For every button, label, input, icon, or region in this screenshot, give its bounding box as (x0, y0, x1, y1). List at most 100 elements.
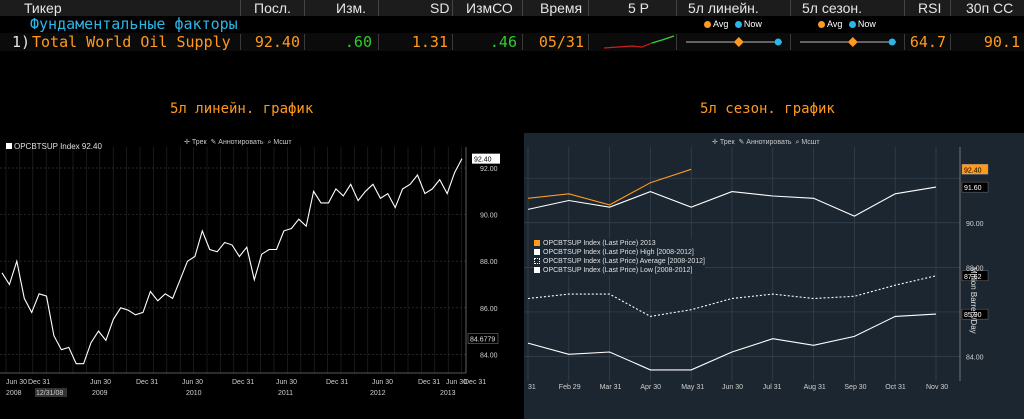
value-badge-label: 92.40 (964, 167, 982, 174)
y-tick-label: 84.00 (480, 352, 498, 359)
left-chart-panel[interactable]: 92.00 90.00 88.00 86.00 84.00 92.40 84.6779 Jun… (0, 133, 500, 419)
x-tick-label: Dec 31 (464, 379, 486, 386)
track-button[interactable]: Трек (192, 139, 207, 146)
row-30p: 90.1 (983, 33, 1020, 51)
y-tick-label: 88.00 (480, 259, 498, 266)
section-title: Фундаментальные факторы (30, 15, 238, 33)
annotate-button-2[interactable]: Аннотировать (746, 139, 791, 146)
x-tick-label: Jun 30 (276, 379, 297, 386)
x-tick-label: Dec 31 (232, 379, 254, 386)
column-header-bar: Тикер Посл. Изм. SD ИзмСО Время 5 P 5л л… (0, 0, 1024, 16)
right-legend-item: OPCBTSUP Index (Last Price) Low [2008-20… (534, 266, 705, 275)
col-ticker[interactable]: Тикер (24, 0, 62, 16)
seasonal-legend: Avg Now (818, 19, 876, 29)
right-legend-item: OPCBTSUP Index (Last Price) 2013 (534, 239, 705, 248)
track-button-2[interactable]: Трек (720, 139, 735, 146)
x-tick-label: Jun 30 (722, 384, 743, 391)
right-toolbar: ✛ Трек ✎ Аннотировать ⌕ Мсшт (712, 138, 820, 147)
x-tick-label: Jun 30 (90, 379, 111, 386)
x-tick-label: Sep 30 (844, 384, 866, 391)
seasonal-range-slider[interactable] (796, 35, 900, 49)
x-tick-label: Dec 31 (136, 379, 158, 386)
y-tick-label: 84.00 (966, 354, 984, 361)
linear-legend: Avg Now (704, 19, 762, 29)
legend-label: OPCBTSUP Index (Last Price) Low [2008-20… (543, 267, 693, 274)
linear-range-slider[interactable] (682, 35, 786, 49)
track-icon-2[interactable]: ✛ (712, 139, 718, 146)
legend-swatch (534, 267, 540, 273)
marker-label: 84.6779 (470, 337, 495, 344)
year-label: 2008 (6, 390, 22, 397)
col-5p[interactable]: 5 P (628, 0, 649, 16)
avg-marker (847, 37, 858, 47)
legend-swatch (534, 258, 540, 264)
right-y-axis-label: Million Barrels/Day (969, 267, 978, 334)
x-tick-label: May 31 (681, 384, 704, 391)
x-tick-label: Jul 31 (763, 384, 782, 391)
x-tick-label: Jun 30 (6, 379, 27, 386)
row-sd: 1.31 (411, 33, 448, 51)
legend-label: OPCBTSUP Index (Last Price) High [2008-2… (543, 249, 694, 256)
avg-marker (733, 37, 744, 47)
col-sd[interactable]: SD (430, 0, 449, 16)
col-chg[interactable]: Изм. (336, 0, 366, 16)
now-label: Now (743, 19, 762, 29)
zoom-button-2[interactable]: Мсшт (801, 139, 819, 146)
left-chart-title: 5л линейн. график (170, 101, 314, 117)
left-chart-plot[interactable]: 92.00 90.00 88.00 86.00 84.00 92.40 84.6779 Jun… (0, 133, 500, 419)
col-30p[interactable]: 30п СС (966, 0, 1013, 16)
year-label: 2012 (370, 390, 386, 397)
x-tick-label: Dec 31 (418, 379, 440, 386)
x-tick-label: Dec 31 (326, 379, 348, 386)
now-label-2: Now (857, 19, 876, 29)
col-5l-linear[interactable]: 5л линейн. (688, 0, 759, 16)
annotate-icon[interactable]: ✎ (210, 139, 216, 146)
year-label: 2011 (278, 390, 293, 397)
row-name[interactable]: Total World Oil Supply (32, 33, 231, 51)
annotate-icon-2[interactable]: ✎ (738, 139, 744, 146)
y-tick-label: 90.00 (480, 213, 498, 220)
x-tick-label: Apr 30 (640, 384, 661, 391)
last-value-label: 92.40 (474, 157, 492, 164)
col-time[interactable]: Время (540, 0, 582, 16)
left-toolbar: ✛ Трек ✎ Аннотировать ⌕ Мсшт (184, 138, 292, 147)
row-index: 1) (12, 33, 31, 51)
avg-label: Avg (713, 19, 729, 29)
now-marker (888, 38, 896, 46)
col-chg-sd[interactable]: ИзмСО (466, 0, 513, 16)
x-tick-label: 31 (528, 384, 536, 391)
sparkline (604, 35, 675, 49)
row-time: 05/31 (538, 33, 584, 51)
track-icon[interactable]: ✛ (184, 139, 190, 146)
col-rsi[interactable]: RSI (918, 0, 941, 16)
x-tick-label: Aug 31 (804, 384, 826, 391)
x-tick-label: Dec 31 (28, 379, 50, 386)
left-legend: OPCBTSUP Index 92.40 (6, 142, 102, 151)
annotate-button[interactable]: Аннотировать (218, 139, 263, 146)
y-tick-label: 92.00 (480, 166, 498, 173)
x-tick-label: Nov 30 (926, 384, 948, 391)
y-tick-label: 86.00 (480, 306, 498, 313)
col-5l-seasonal[interactable]: 5л сезон. (802, 0, 862, 16)
legend-label: OPCBTSUP Index (Last Price) Average [200… (543, 258, 705, 265)
year-label: 2013 (440, 390, 456, 397)
zoom-button[interactable]: Мсшт (273, 139, 291, 146)
y-tick-label: 90.00 (966, 221, 984, 228)
table-row[interactable]: 1) Total World Oil Supply 92.40 .60 1.31… (0, 33, 1024, 51)
right-chart-plot[interactable]: 90.0088.0086.0084.0092.4091.6087.6285.90… (524, 133, 1024, 419)
x-tick-label: Feb 29 (559, 384, 581, 391)
left-legend-label: OPCBTSUP Index 92.40 (14, 142, 102, 151)
zoom-icon-2[interactable]: ⌕ (795, 139, 799, 146)
col-last[interactable]: Посл. (254, 0, 291, 16)
zoom-icon[interactable]: ⌕ (267, 139, 271, 146)
right-chart-panel[interactable]: 90.0088.0086.0084.0092.4091.6087.6285.90… (524, 133, 1024, 419)
right-legend-item: OPCBTSUP Index (Last Price) Average [200… (534, 257, 705, 266)
legend-swatch (534, 249, 540, 255)
x-tick-label: Oct 31 (885, 384, 906, 391)
x-tick-label: Mar 31 (600, 384, 622, 391)
year-label: 2010 (186, 390, 202, 397)
value-badge-label: 91.60 (964, 185, 982, 192)
right-legend-item: OPCBTSUP Index (Last Price) High [2008-2… (534, 248, 705, 257)
right-legend: OPCBTSUP Index (Last Price) 2013 OPCBTSUP… (534, 239, 705, 275)
x-tick-label: Jun 30 (372, 379, 393, 386)
